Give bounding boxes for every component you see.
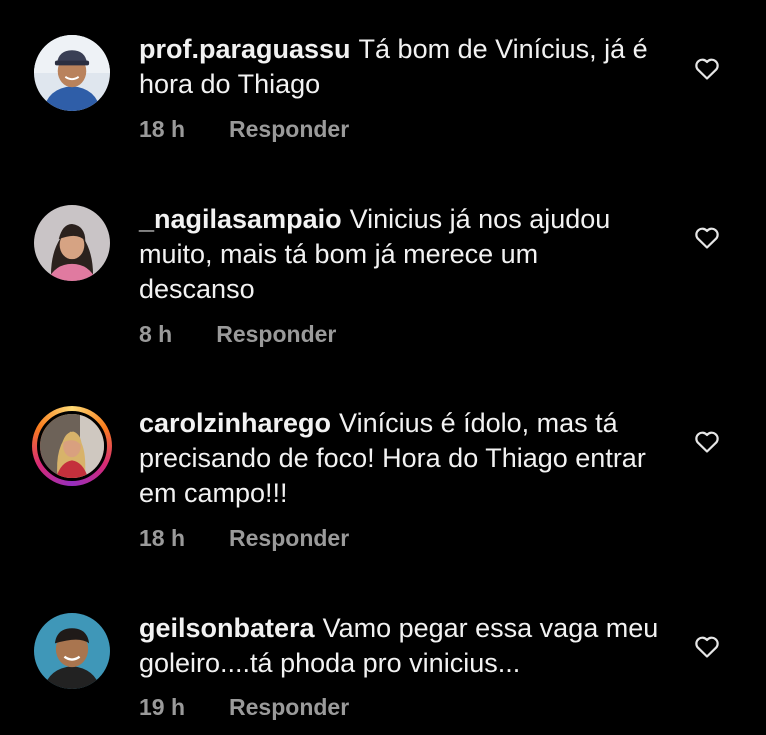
timestamp: 18 h (139, 116, 186, 142)
comment-meta: 18 h Responder (139, 525, 349, 552)
like-button[interactable] (694, 226, 720, 250)
username[interactable]: _nagilasampaio (139, 204, 342, 234)
comment-text: carolzinharego Vinícius é ídolo, mas tá p… (139, 406, 659, 511)
avatar-woman-blonde-icon (40, 414, 104, 478)
heart-icon (695, 636, 719, 658)
username[interactable]: geilsonbatera (139, 613, 315, 643)
reply-button[interactable]: Responder (229, 525, 349, 552)
heart-icon (695, 431, 719, 453)
username[interactable]: prof.paraguassu (139, 34, 351, 64)
like-button[interactable] (694, 635, 720, 659)
comment-text: prof.paraguassu Tá bom de Vinícius, já é … (139, 32, 659, 102)
comment-text: _nagilasampaio Vinicius já nos ajudou mui… (139, 202, 659, 307)
reply-button[interactable]: Responder (216, 321, 336, 348)
timestamp: 18 h (139, 525, 186, 551)
heart-icon (695, 227, 719, 249)
reply-button[interactable]: Responder (229, 694, 349, 721)
comment-meta: 18 h Responder (139, 116, 349, 143)
heart-icon (695, 58, 719, 80)
avatar-man-cap-icon (34, 35, 110, 111)
comment-meta: 8 h Responder (139, 321, 336, 348)
comment-meta: 19 h Responder (139, 694, 349, 721)
timestamp: 19 h (139, 694, 186, 720)
avatar[interactable] (32, 611, 112, 691)
avatar[interactable] (32, 203, 112, 283)
like-button[interactable] (694, 430, 720, 454)
comment-text: geilsonbatera Vamo pegar essa vaga meu go… (139, 611, 659, 681)
timestamp: 8 h (139, 321, 173, 347)
avatar-story-ring[interactable] (32, 406, 112, 486)
avatar-woman-icon (34, 205, 110, 281)
username[interactable]: carolzinharego (139, 408, 331, 438)
reply-button[interactable]: Responder (229, 116, 349, 143)
avatar[interactable] (32, 33, 112, 113)
like-button[interactable] (694, 57, 720, 81)
avatar-man-icon (34, 613, 110, 689)
